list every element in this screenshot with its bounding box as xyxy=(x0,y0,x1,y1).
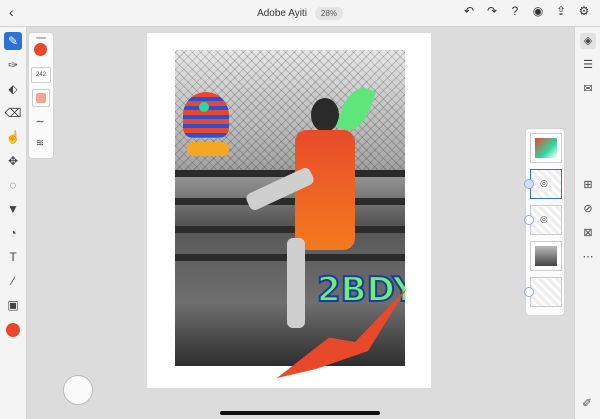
pixel-brush-icon[interactable]: ✑ xyxy=(4,56,22,74)
comments-icon[interactable]: ✉ xyxy=(580,81,596,97)
lasso-icon[interactable]: ◌ xyxy=(4,176,22,194)
brush-settings-icon[interactable]: ≋ xyxy=(32,137,48,151)
properties-icon[interactable]: ☰ xyxy=(580,57,596,73)
brush-size[interactable]: 242 xyxy=(31,67,51,83)
pencil-icon[interactable]: ✐ xyxy=(582,396,592,410)
layer-thumbnail[interactable] xyxy=(530,241,562,271)
eraser-icon[interactable]: ⌫ xyxy=(4,104,22,122)
layer-thumbnail[interactable] xyxy=(530,133,562,163)
smudge-icon[interactable]: ☝ xyxy=(4,128,22,146)
share-icon[interactable]: ⇪ xyxy=(555,4,567,18)
layer-thumbnail[interactable] xyxy=(524,277,562,307)
layer-radio[interactable] xyxy=(524,215,534,225)
panel-grip[interactable] xyxy=(36,37,46,39)
home-indicator xyxy=(220,411,380,415)
eye-icon[interactable]: ◎ xyxy=(540,214,548,225)
eyedropper-icon[interactable]: ⁄ xyxy=(4,272,22,290)
layer-radio[interactable] xyxy=(524,287,534,297)
artwork-image: 2BDY xyxy=(175,50,405,366)
paint-bucket-icon[interactable]: ▼ xyxy=(4,200,22,218)
figure-jacket xyxy=(295,130,355,250)
more-icon[interactable]: ⋯ xyxy=(580,249,596,265)
top-icons: ↶ ↷ ? ◉ ⇪ ⚙ xyxy=(463,4,590,18)
bench-slat xyxy=(175,198,405,205)
add-layer-icon[interactable]: ⊞ xyxy=(580,177,596,193)
help-icon[interactable]: ? xyxy=(509,4,521,18)
brush-preview xyxy=(36,93,46,103)
figure-head xyxy=(311,98,339,132)
figure-leg xyxy=(287,238,305,328)
layer-thumbnail[interactable]: ◎ xyxy=(524,169,562,199)
brush-preset[interactable] xyxy=(32,89,50,107)
text-icon[interactable]: T xyxy=(4,248,22,266)
artboard[interactable]: 2BDY xyxy=(147,33,431,388)
layer-radio[interactable] xyxy=(524,179,534,189)
document-title[interactable]: Adobe Ayiti xyxy=(257,8,307,19)
brush-icon[interactable]: ✎ xyxy=(4,32,22,50)
bench-slat xyxy=(175,226,405,233)
move-icon[interactable]: ✥ xyxy=(4,152,22,170)
face-illustration xyxy=(187,142,229,156)
eye-icon[interactable]: ◎ xyxy=(540,178,548,189)
brush-color[interactable] xyxy=(34,43,47,56)
image-icon[interactable]: ▣ xyxy=(4,296,22,314)
gear-icon[interactable]: ⚙ xyxy=(578,4,590,18)
stroke-icon[interactable]: ∼ xyxy=(32,115,48,129)
undo-icon[interactable]: ↶ xyxy=(463,4,475,18)
shape-icon[interactable]: ◔ xyxy=(4,224,22,242)
layers-panel: ◎ ◎ xyxy=(524,128,565,316)
layer-preview xyxy=(535,138,557,158)
redo-icon[interactable]: ↷ xyxy=(486,4,498,18)
layer-preview xyxy=(535,246,557,266)
hide-layer-icon[interactable]: ⊘ xyxy=(580,201,596,217)
brush-panel: 242 ∼ ≋ xyxy=(28,32,54,159)
beanie-dot xyxy=(199,102,209,112)
layers-icon[interactable]: ◈ xyxy=(580,33,596,49)
fill-icon[interactable]: ⬖ xyxy=(4,80,22,98)
top-bar: ‹ Adobe Ayiti 28% ↶ ↷ ? ◉ ⇪ ⚙ xyxy=(0,0,600,27)
touch-shortcut[interactable] xyxy=(63,375,93,405)
left-toolbar: ✎ ✑ ⬖ ⌫ ☝ ✥ ◌ ▼ ◔ T ⁄ ▣ xyxy=(0,27,27,419)
layer-thumbnail[interactable]: ◎ xyxy=(524,205,562,235)
right-toolbar: ◈ ☰ ✉ ⊞ ⊘ ⊠ ⋯ xyxy=(574,27,600,419)
account-icon[interactable]: ◉ xyxy=(532,4,544,18)
beanie-illustration xyxy=(183,92,229,138)
color-swatch[interactable] xyxy=(6,323,20,337)
delete-layer-icon[interactable]: ⊠ xyxy=(580,225,596,241)
zoom-level[interactable]: 28% xyxy=(314,6,343,20)
